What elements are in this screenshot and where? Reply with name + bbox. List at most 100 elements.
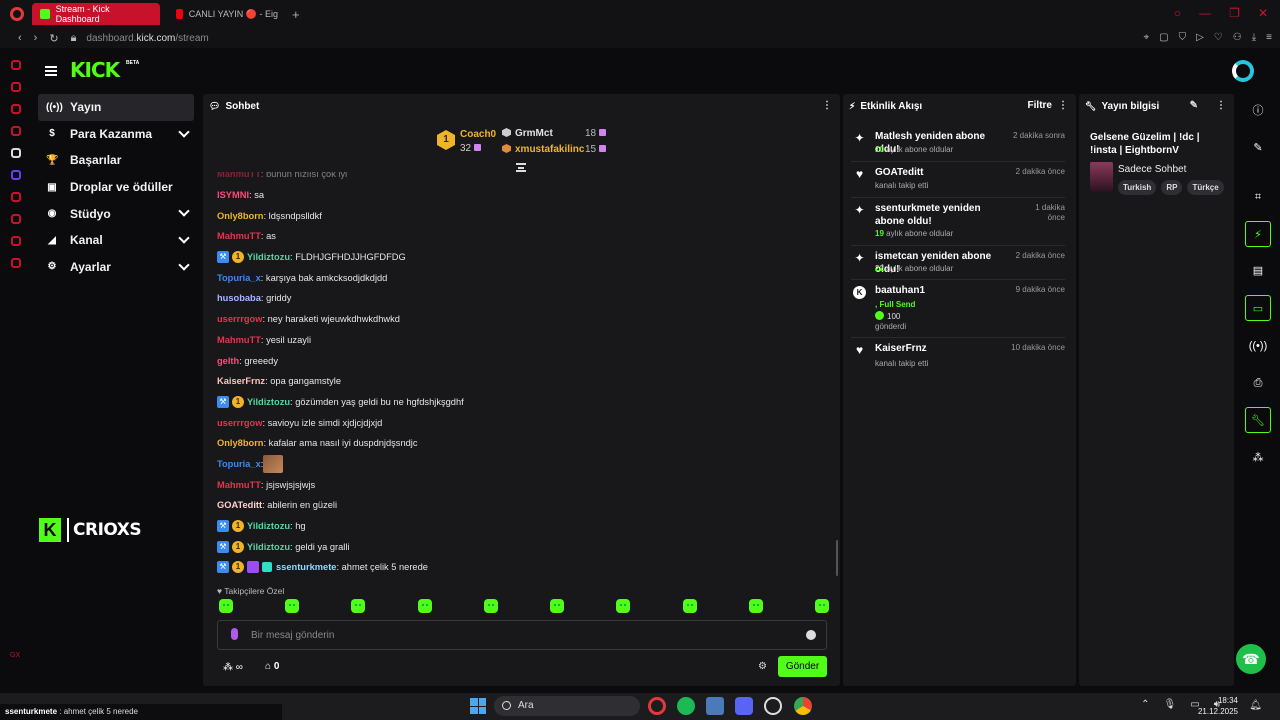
- taskbar-search[interactable]: Ara: [494, 696, 640, 716]
- event-name[interactable]: ssenturkmete yeniden abone oldu!: [875, 202, 1005, 228]
- url-field[interactable]: dashboard.kick.com/stream: [86, 33, 208, 44]
- opera-logo-icon[interactable]: [10, 7, 24, 21]
- event-name[interactable]: GOATeditt: [875, 166, 1005, 179]
- chat-username[interactable]: userrrgow: [217, 314, 262, 324]
- kick-logo[interactable]: KICK: [70, 58, 120, 82]
- tab-canli-yayin[interactable]: CANLI YAYIN 🔴 - Eig: [168, 3, 286, 25]
- app-icon[interactable]: [764, 697, 782, 715]
- tag[interactable]: Türkçe: [1187, 180, 1224, 195]
- user-avatar[interactable]: [1232, 60, 1254, 82]
- microphone-icon[interactable]: 🎙︎: [1164, 699, 1177, 710]
- microphone-icon[interactable]: [231, 628, 238, 640]
- leader-second[interactable]: GrmMct: [502, 128, 553, 139]
- chat-username[interactable]: Yildiztozu: [247, 521, 290, 531]
- chat-username[interactable]: userrrgow: [217, 418, 262, 428]
- shield-icon[interactable]: ⛉: [1179, 32, 1187, 43]
- profile-icon[interactable]: ⚇: [1233, 32, 1242, 43]
- emote-icon[interactable]: [814, 599, 829, 613]
- emote-icon[interactable]: [550, 599, 565, 613]
- close-icon[interactable]: ✕: [1258, 6, 1268, 20]
- users-icon[interactable]: ⁂: [1245, 445, 1271, 471]
- chat-icon[interactable]: ▭: [1245, 295, 1271, 321]
- channel-points[interactable]: ⁂ ∞: [223, 662, 243, 673]
- emote-icon[interactable]: [417, 599, 432, 613]
- search-tabs-icon[interactable]: ○: [1174, 6, 1181, 20]
- twitch-icon[interactable]: [11, 104, 21, 114]
- chat-scrollbar[interactable]: [836, 540, 838, 576]
- chat-username[interactable]: gelth: [217, 356, 239, 366]
- category-name[interactable]: Sadece Sohbet: [1118, 164, 1186, 175]
- chevron-down-icon[interactable]: [178, 232, 190, 244]
- player-icon[interactable]: ▷: [1196, 32, 1204, 43]
- spotify-icon[interactable]: [677, 697, 695, 715]
- chevron-down-icon[interactable]: [178, 205, 190, 218]
- emote-icon[interactable]: [616, 599, 631, 613]
- discord-icon[interactable]: [735, 697, 753, 715]
- pin-icon[interactable]: ⌖: [1144, 32, 1150, 43]
- chat-username[interactable]: Only8born: [217, 438, 264, 448]
- chat-username[interactable]: MahmuTT: [217, 172, 261, 179]
- chat-username[interactable]: Yildiztozu: [247, 252, 290, 262]
- store-button[interactable]: ⌂ 0: [265, 661, 279, 672]
- chat-username[interactable]: MahmuTT: [217, 480, 261, 490]
- pencil-icon[interactable]: ✎: [1245, 135, 1271, 161]
- chat-username[interactable]: Topuria_x: [217, 459, 261, 469]
- nav-item-yayin[interactable]: ((•)) Yayın: [38, 94, 194, 121]
- chat-username[interactable]: MahmuTT: [217, 335, 261, 345]
- reload-icon[interactable]: ↻: [49, 32, 58, 45]
- chat-username[interactable]: ssenturkmete: [276, 562, 336, 572]
- snapshot-icon[interactable]: ▢: [1159, 32, 1168, 43]
- chrome-icon[interactable]: [794, 697, 812, 715]
- emote-icon[interactable]: [483, 599, 498, 613]
- instagram-icon[interactable]: [11, 126, 21, 136]
- event-name[interactable]: baatuhan1: [875, 284, 1005, 297]
- emote-icon[interactable]: [682, 599, 697, 613]
- chat-username[interactable]: Yildiztozu: [247, 542, 290, 552]
- chevron-up-icon[interactable]: ⌃: [1141, 699, 1149, 710]
- kebab-menu-icon[interactable]: ⋮: [1058, 100, 1068, 111]
- tag[interactable]: Turkish: [1118, 180, 1157, 195]
- chat-username[interactable]: GOATeditt: [217, 500, 262, 510]
- network-app-icon[interactable]: [706, 697, 724, 715]
- nav-item-droplar[interactable]: ▣ Droplar ve ödüller: [38, 174, 194, 201]
- extensions-icon[interactable]: [11, 236, 21, 246]
- nav-item-ayarlar[interactable]: ⚙ Ayarlar: [38, 254, 194, 281]
- send-button[interactable]: Gönder: [778, 656, 827, 677]
- notification-bell-icon[interactable]: 🔔︎: [1249, 700, 1262, 711]
- chat-username[interactable]: Yildiztozu: [247, 397, 290, 407]
- leader-first-name[interactable]: Coach0: [460, 129, 496, 140]
- nav-item-studyo[interactable]: ◉ Stüdyo: [38, 200, 194, 227]
- chat-username[interactable]: KaiserFrnz: [217, 376, 265, 386]
- windows-start-icon[interactable]: [470, 698, 486, 714]
- chat-input[interactable]: Bir mesaj gönderin: [217, 620, 827, 650]
- forward-icon[interactable]: ›: [34, 32, 38, 44]
- workspace-icon[interactable]: [11, 148, 21, 158]
- settings-icon[interactable]: [11, 258, 21, 268]
- filter-button[interactable]: Filtre: [1028, 100, 1052, 111]
- minimize-icon[interactable]: —: [1199, 6, 1211, 20]
- twitch-purple-icon[interactable]: [11, 170, 21, 180]
- tag[interactable]: RP: [1161, 180, 1183, 195]
- gx-corner-icon[interactable]: [11, 82, 21, 92]
- nav-item-basarilar[interactable]: 🏆 Başarılar: [38, 147, 194, 174]
- emote-icon[interactable]: [219, 599, 233, 613]
- nav-item-kanal[interactable]: ◢ Kanal: [38, 227, 194, 254]
- opera-gx-icon[interactable]: [648, 697, 666, 715]
- taskbar-clock[interactable]: 18:34 21.12.2025: [1198, 695, 1238, 717]
- kebab-menu-icon[interactable]: ⋮: [822, 100, 832, 111]
- edit-pencil-icon[interactable]: ✎: [1190, 100, 1198, 111]
- leader-third[interactable]: xmustafakilinc: [502, 144, 584, 155]
- pinned-messages-icon[interactable]: [516, 163, 526, 172]
- download-icon[interactable]: ⤓: [1252, 32, 1256, 43]
- info-icon[interactable]: ⓘ: [1245, 98, 1271, 124]
- chevron-down-icon[interactable]: [178, 125, 190, 138]
- chat-username[interactable]: husobaba: [217, 293, 261, 303]
- menu-icon[interactable]: ≡: [1266, 32, 1272, 43]
- chat-username[interactable]: Only8born: [217, 211, 264, 221]
- emote-icon[interactable]: [285, 599, 300, 613]
- nav-item-para-kazanma[interactable]: $ Para Kazanma: [38, 121, 194, 148]
- wrench-icon[interactable]: 🔧︎: [1245, 407, 1271, 433]
- document-icon[interactable]: ▤: [1245, 258, 1271, 284]
- emote-icon[interactable]: [351, 599, 366, 613]
- scan-icon[interactable]: ⌗: [1245, 184, 1271, 210]
